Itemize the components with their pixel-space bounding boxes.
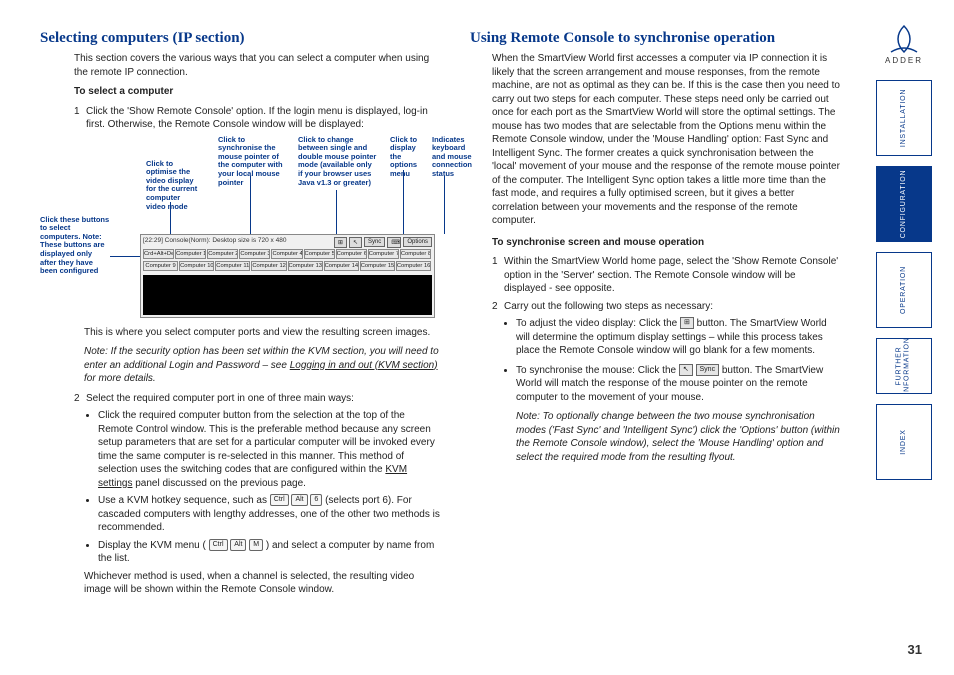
left-step1: 1Click the 'Show Remote Console' option.… xyxy=(74,105,440,132)
tab-label: FURTHER INFORMATION xyxy=(896,337,913,394)
key-alt: Alt xyxy=(291,494,307,506)
screenshot-area: Click to optimise the video display for … xyxy=(40,136,440,326)
left-bullet-2: Use a KVM hotkey sequence, such as Ctrl … xyxy=(98,494,440,535)
link-logging-in-out[interactable]: Logging in and out (KVM section) xyxy=(290,360,438,371)
ss-kbd-icon: ⌨ xyxy=(387,237,401,248)
sync-button-inline: Sync xyxy=(696,364,720,376)
b2-prefix: Use a KVM hotkey sequence, such as xyxy=(98,495,270,506)
ss-computer-button[interactable]: Computer 4 xyxy=(271,249,302,259)
right-bullet-2: To synchronise the mouse: Click the ↖ Sy… xyxy=(516,364,840,465)
tab-label-line1: FURTHER xyxy=(896,347,903,386)
rb2-prefix: To synchronise the mouse: Click the xyxy=(516,365,679,376)
ss-computer-button[interactable]: Computer 12 xyxy=(251,261,286,271)
right-heading: Using Remote Console to synchronise oper… xyxy=(470,30,840,47)
ss-computer-button[interactable]: Computer 15 xyxy=(360,261,395,271)
left-heading: Selecting computers (IP section) xyxy=(40,30,440,47)
ss-computer-button[interactable]: Computer 8 xyxy=(400,249,431,259)
b1-suffix: panel discussed on the previous page. xyxy=(132,478,305,489)
right-note: Note: To optionally change between the t… xyxy=(516,410,840,464)
logo-text: ADDER xyxy=(885,56,923,65)
b3-prefix: Display the KVM menu ( xyxy=(98,540,206,551)
right-subhead: To synchronise screen and mouse operatio… xyxy=(492,236,840,250)
ss-computer-button[interactable]: Computer 1 xyxy=(175,249,206,259)
callout-buttons: Click these buttons to select computers.… xyxy=(40,216,110,276)
tab-further-info[interactable]: FURTHER INFORMATION xyxy=(876,338,932,394)
ss-computer-button[interactable]: Computer 6 xyxy=(336,249,367,259)
remote-console-screenshot: [22:29] Console(Norm): Desktop size is 7… xyxy=(140,234,435,318)
callout-sync: Click to synchronise the mouse pointer o… xyxy=(218,136,286,188)
ss-cursor-icon[interactable]: ↖ xyxy=(349,237,362,248)
tab-label: OPERATION xyxy=(900,266,908,314)
callout-optimise: Click to optimise the video display for … xyxy=(146,160,198,212)
left-note: Note: If the security option has been se… xyxy=(84,345,440,386)
ss-status-text: [22:29] Console(Norm): Desktop size is 7… xyxy=(143,237,286,244)
left-subhead-select: To select a computer xyxy=(74,85,440,99)
left-step2-text: Select the required computer port in one… xyxy=(86,393,354,404)
adder-logo: ADDER xyxy=(876,24,932,65)
right-bullet-1: To adjust the video display: Click the ⊞… xyxy=(516,317,840,358)
ss-viewport xyxy=(143,275,432,315)
left-bullet-1: Click the required computer button from … xyxy=(98,409,440,490)
key-6: 6 xyxy=(310,494,322,506)
right-step2: 2Carry out the following two steps as ne… xyxy=(492,300,840,314)
ss-sync-button[interactable]: Sync xyxy=(364,237,385,247)
ss-computer-button[interactable]: Computer 3 xyxy=(239,249,270,259)
tab-operation[interactable]: OPERATION xyxy=(876,252,932,328)
ss-computer-button[interactable]: Computer 11 xyxy=(215,261,250,271)
left-after-ss: This is where you select computer ports … xyxy=(84,326,440,340)
left-intro: This section covers the various ways tha… xyxy=(74,52,440,79)
right-step2-text: Carry out the following two steps as nec… xyxy=(504,301,713,312)
key-alt: Alt xyxy=(230,539,246,551)
key-m: M xyxy=(249,539,263,551)
key-ctrl: Ctrl xyxy=(209,539,228,551)
left-step1-text: Click the 'Show Remote Console' option. … xyxy=(86,106,428,131)
adder-logo-icon xyxy=(885,24,923,54)
ss-computer-button[interactable]: Computer 13 xyxy=(288,261,323,271)
ss-options-button[interactable]: Options xyxy=(403,237,432,247)
tab-configuration[interactable]: CONFIGURATION xyxy=(876,166,932,242)
left-step2: 2Select the required computer port in on… xyxy=(74,392,440,406)
page-number: 31 xyxy=(908,642,922,657)
rb1-prefix: To adjust the video display: Click the xyxy=(516,318,680,329)
tab-label: INDEX xyxy=(900,429,908,454)
auto-adjust-icon: ⊞ xyxy=(680,317,694,329)
right-step1: 1Within the SmartView World home page, s… xyxy=(492,255,840,296)
cursor-icon: ↖ xyxy=(679,364,693,376)
callout-status: Indicates keyboard and mouse connection … xyxy=(432,136,474,179)
left-closing: Whichever method is used, when a channel… xyxy=(84,570,440,597)
ss-auto-icon[interactable]: ⊞ xyxy=(334,237,347,248)
left-bullet-3: Display the KVM menu ( Ctrl Alt M ) and … xyxy=(98,539,440,566)
ss-computer-button[interactable]: Computer 2 xyxy=(207,249,238,259)
ss-computer-button[interactable]: Computer 7 xyxy=(368,249,399,259)
callout-mode: Click to change between single and doubl… xyxy=(298,136,378,188)
ss-computer-button[interactable]: Computer 10 xyxy=(179,261,214,271)
tab-installation[interactable]: INSTALLATION xyxy=(876,80,932,156)
tab-label-line2: INFORMATION xyxy=(904,337,911,394)
right-intro: When the SmartView World first accesses … xyxy=(492,52,840,228)
note-suffix: for more details. xyxy=(84,373,156,384)
key-ctrl: Ctrl xyxy=(270,494,289,506)
callout-options: Click to display the options menu xyxy=(390,136,420,179)
ss-computer-button[interactable]: Computer 14 xyxy=(324,261,359,271)
ss-computer-button[interactable]: Crd+Alt+Delete xyxy=(143,249,174,259)
tab-label: INSTALLATION xyxy=(900,89,908,147)
ss-computer-button[interactable]: Computer 16 xyxy=(396,261,431,271)
ss-computer-button[interactable]: Computer 9 xyxy=(143,261,178,271)
ss-computer-button[interactable]: Computer 5 xyxy=(304,249,335,259)
sidebar-tabs: INSTALLATION CONFIGURATION OPERATION FUR… xyxy=(876,80,932,490)
right-step1-text: Within the SmartView World home page, se… xyxy=(504,256,838,294)
tab-label: CONFIGURATION xyxy=(900,170,908,239)
tab-index[interactable]: INDEX xyxy=(876,404,932,480)
